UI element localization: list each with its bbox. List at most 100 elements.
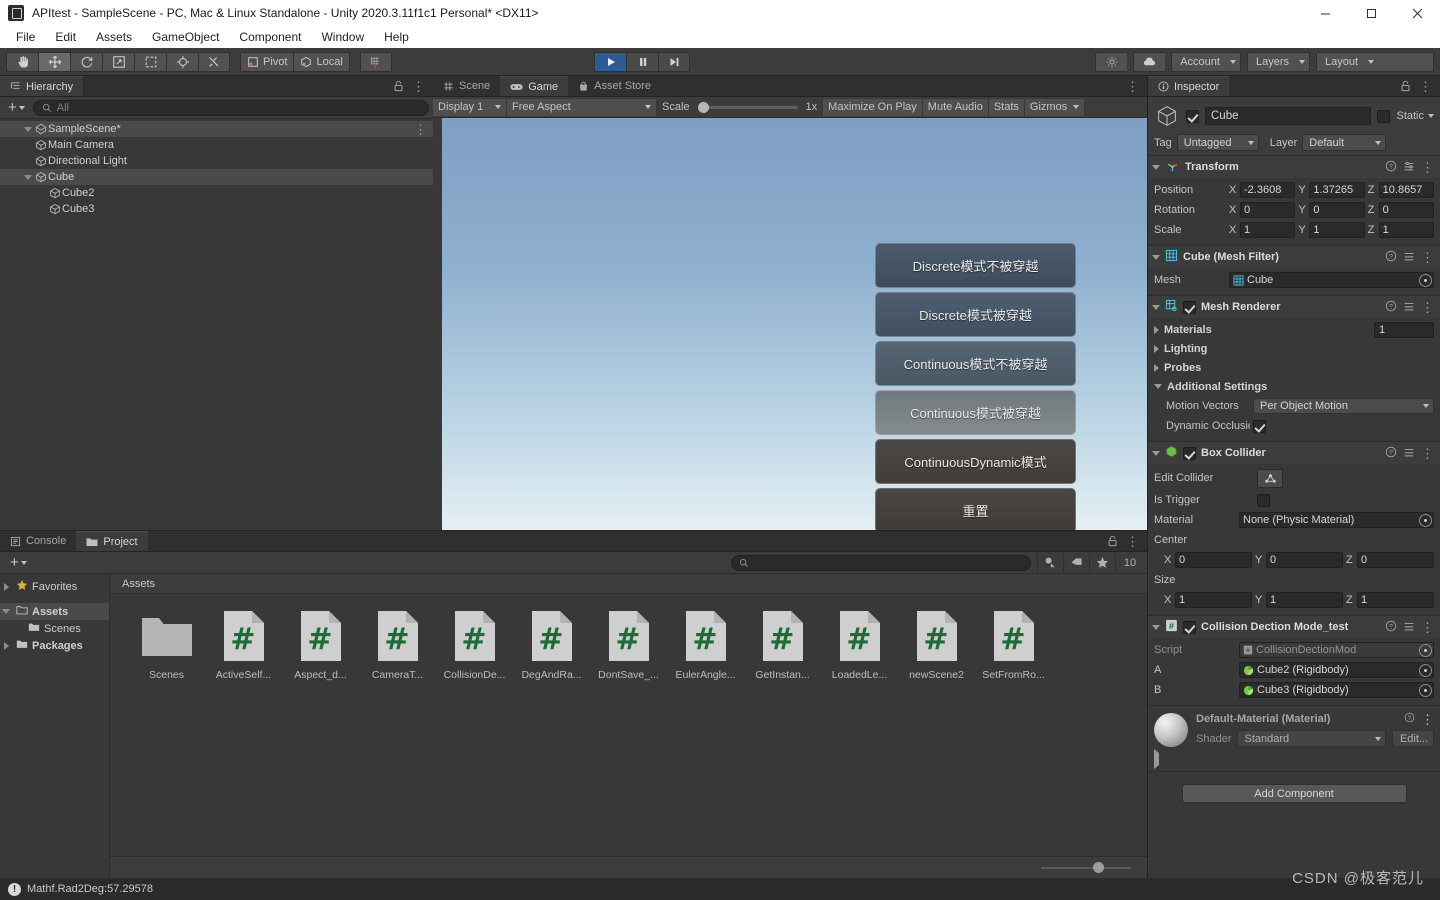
component-menu-icon[interactable]: ⋮: [1421, 621, 1434, 634]
tab-console[interactable]: Console: [0, 531, 76, 551]
position-x-input[interactable]: -2.3608: [1240, 182, 1296, 198]
star-icon[interactable]: [1089, 553, 1115, 572]
object-picker-icon[interactable]: [1419, 643, 1432, 657]
filter-by-label-icon[interactable]: [1063, 553, 1089, 572]
rotation-x-input[interactable]: 0: [1240, 202, 1296, 218]
expand-arrow-icon[interactable]: [1154, 363, 1159, 372]
asset-item[interactable]: # DegAndRa...: [513, 608, 590, 681]
asset-zoom-slider[interactable]: [1041, 861, 1131, 873]
edit-collider-button[interactable]: [1257, 468, 1283, 488]
hierarchy-item-samplescene[interactable]: SampleScene* ⋮: [0, 121, 433, 137]
menu-component[interactable]: Component: [229, 28, 311, 46]
gizmos-dropdown[interactable]: Gizmos: [1024, 98, 1086, 116]
project-search-input[interactable]: [731, 554, 1031, 571]
preset-icon[interactable]: [1403, 300, 1415, 315]
asset-zoom-knob[interactable]: [1093, 861, 1104, 873]
tab-scene[interactable]: Scene: [433, 76, 500, 96]
lock-icon[interactable]: [1107, 535, 1118, 547]
lock-icon[interactable]: [393, 80, 404, 92]
collapse-arrow-icon[interactable]: [1152, 164, 1160, 170]
help-icon[interactable]: ?: [1385, 160, 1397, 175]
tag-dropdown[interactable]: Untagged: [1176, 134, 1259, 151]
aspect-dropdown[interactable]: Free Aspect: [507, 98, 657, 116]
layers-dropdown[interactable]: Layers: [1246, 51, 1310, 72]
add-component-button[interactable]: Add Component: [1181, 784, 1407, 803]
scale-y-input[interactable]: 1: [1309, 222, 1365, 238]
component-header[interactable]: Transform ? ⋮: [1148, 156, 1440, 178]
dynamic-occlusion-checkbox[interactable]: [1253, 419, 1266, 433]
asset-item[interactable]: # EulerAngle...: [667, 608, 744, 681]
asset-item[interactable]: # newScene2: [898, 608, 975, 681]
layout-dropdown[interactable]: Layout: [1316, 51, 1434, 72]
tab-hierarchy[interactable]: Hierarchy: [0, 76, 84, 96]
is-trigger-checkbox[interactable]: [1257, 493, 1270, 507]
preset-icon[interactable]: [1403, 250, 1415, 265]
component-menu-icon[interactable]: ⋮: [1421, 301, 1434, 314]
menu-window[interactable]: Window: [311, 28, 374, 46]
tab-asset-store[interactable]: Asset Store: [568, 76, 661, 96]
transform-tool-button[interactable]: [166, 51, 198, 72]
position-y-input[interactable]: 1.37265: [1309, 182, 1365, 198]
shader-dropdown[interactable]: Standard: [1237, 730, 1386, 747]
expand-arrow-icon[interactable]: [0, 641, 12, 650]
object-name-input[interactable]: Cube: [1205, 107, 1372, 125]
project-tree-assets[interactable]: Assets: [0, 603, 109, 620]
maximize-on-play-button[interactable]: Maximize On Play: [823, 98, 923, 116]
move-tool-button[interactable]: [38, 51, 70, 72]
object-picker-icon[interactable]: [1419, 273, 1432, 287]
grid-snap-icon[interactable]: [359, 51, 392, 72]
collapse-arrow-icon[interactable]: [0, 609, 12, 614]
asset-item[interactable]: # CollisionDe...: [436, 608, 513, 681]
stats-button[interactable]: Stats: [988, 98, 1025, 116]
inspector-menu-icon[interactable]: ⋮: [1419, 80, 1432, 93]
menu-gameobject[interactable]: GameObject: [142, 28, 229, 46]
status-bar[interactable]: ! Mathf.Rad2Deg:57.29578: [0, 878, 1440, 900]
component-header[interactable]: # Collision Dection Mode_test ? ⋮: [1148, 616, 1440, 638]
game-button-discrete-no-pass[interactable]: Discrete模式不被穿越: [875, 243, 1076, 288]
component-header[interactable]: Mesh Renderer ? ⋮: [1148, 296, 1440, 318]
component-menu-icon[interactable]: ⋮: [1421, 251, 1434, 264]
static-checkbox[interactable]: [1377, 109, 1391, 123]
help-icon[interactable]: ?: [1385, 250, 1397, 265]
box-collider-enabled-checkbox[interactable]: [1183, 446, 1196, 460]
expand-arrow-icon[interactable]: [0, 582, 12, 591]
size-z-input[interactable]: 1: [1357, 592, 1434, 608]
tab-project[interactable]: Project: [76, 531, 148, 551]
services-icon[interactable]: [1095, 51, 1128, 72]
game-button-reset[interactable]: 重置: [875, 488, 1076, 533]
scale-slider-knob[interactable]: [697, 101, 709, 113]
game-button-discrete-pass[interactable]: Discrete模式被穿越: [875, 292, 1076, 337]
lock-icon[interactable]: [1400, 80, 1411, 92]
component-menu-icon[interactable]: ⋮: [1421, 447, 1434, 460]
help-icon[interactable]: ?: [1385, 300, 1397, 315]
game-button-continuous-dynamic[interactable]: ContinuousDynamic模式: [875, 439, 1076, 484]
hidden-assets-count[interactable]: 10: [1115, 553, 1141, 572]
physic-material-object-field[interactable]: None (Physic Material): [1239, 512, 1434, 528]
account-dropdown[interactable]: Account: [1171, 51, 1241, 72]
expand-arrow-icon[interactable]: [1154, 325, 1159, 334]
preset-icon[interactable]: [1403, 446, 1415, 461]
collapse-arrow-icon[interactable]: [1152, 304, 1160, 310]
asset-item[interactable]: # Aspect_d...: [282, 608, 359, 681]
menu-help[interactable]: Help: [374, 28, 419, 46]
field-a-object-field[interactable]: Cube2 (Rigidbody): [1239, 662, 1434, 678]
mesh-renderer-enabled-checkbox[interactable]: [1183, 300, 1196, 314]
maximize-button[interactable]: [1348, 0, 1394, 26]
project-tree-favorites[interactable]: Favorites: [0, 578, 109, 595]
hierarchy-item-main-camera[interactable]: Main Camera: [0, 137, 433, 153]
center-z-input[interactable]: 0: [1357, 552, 1434, 568]
expand-arrow-icon[interactable]: [22, 174, 34, 180]
project-folder-tree[interactable]: Favorites Assets Scenes Packages: [0, 574, 110, 878]
game-button-continuous-no-pass[interactable]: Continuous模式不被穿越: [875, 341, 1076, 386]
rect-tool-button[interactable]: [134, 51, 166, 72]
tab-game[interactable]: Game: [500, 76, 569, 96]
material-menu-icon[interactable]: ⋮: [1421, 713, 1434, 726]
create-asset-button[interactable]: +: [6, 555, 31, 570]
asset-item[interactable]: # SetFromRo...: [975, 608, 1052, 681]
component-header[interactable]: Cube (Mesh Filter) ? ⋮: [1148, 246, 1440, 268]
object-active-checkbox[interactable]: [1186, 109, 1199, 123]
asset-item[interactable]: # DontSave_...: [590, 608, 667, 681]
size-y-input[interactable]: 1: [1266, 592, 1343, 608]
project-tree-packages[interactable]: Packages: [0, 637, 109, 654]
component-header[interactable]: Box Collider ? ⋮: [1148, 442, 1440, 464]
